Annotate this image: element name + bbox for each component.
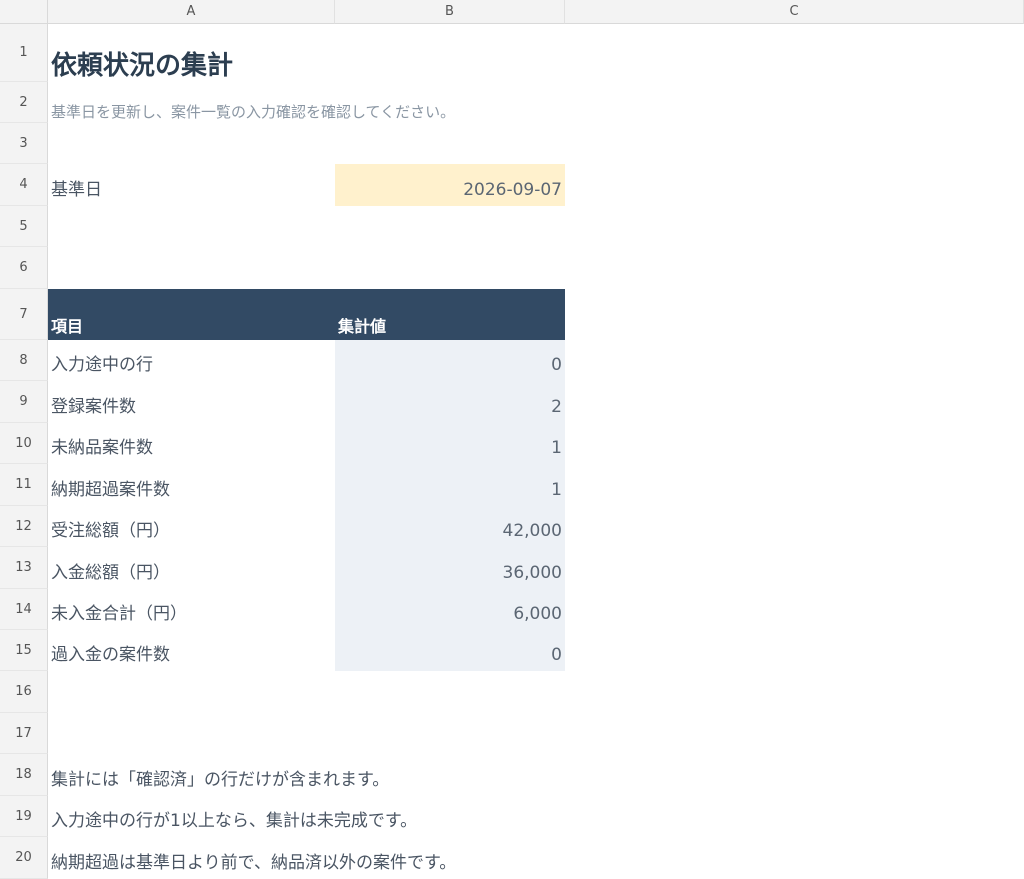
row-header-10[interactable]: 10	[0, 423, 48, 464]
table-row-label[interactable]: 未納品案件数	[48, 423, 335, 464]
row-header-3[interactable]: 3	[0, 123, 48, 164]
row-header-8[interactable]: 8	[0, 340, 48, 381]
table-row-label[interactable]: 登録案件数	[48, 381, 335, 423]
row-header-9[interactable]: 9	[0, 381, 48, 423]
table-row-value[interactable]: 0	[335, 630, 565, 671]
row-header-2[interactable]: 2	[0, 82, 48, 123]
page-subtitle[interactable]: 基準日を更新し、案件一覧の入力確認を確認してください。	[48, 100, 648, 123]
table-row-value[interactable]: 42,000	[335, 506, 565, 547]
table-row-value[interactable]: 1	[335, 464, 565, 506]
row-header-13[interactable]: 13	[0, 547, 48, 589]
select-all-corner[interactable]	[0, 0, 48, 24]
note-text[interactable]: 入力途中の行が1以上なら、集計は未完成です。	[48, 796, 748, 837]
row-header-5[interactable]: 5	[0, 206, 48, 247]
row-header-17[interactable]: 17	[0, 713, 48, 754]
spreadsheet: A B C 1 2 3 4 5 6 7 8 9 10 11 12 13 14 1…	[0, 0, 1024, 879]
row-header-14[interactable]: 14	[0, 589, 48, 630]
table-row-label[interactable]: 入力途中の行	[48, 340, 335, 381]
table-row-label[interactable]: 受注総額（円）	[48, 506, 335, 547]
row-header-1[interactable]: 1	[0, 24, 48, 82]
note-text[interactable]: 納期超過は基準日より前で、納品済以外の案件です。	[48, 837, 748, 879]
page-title[interactable]: 依頼状況の集計	[48, 44, 548, 82]
table-row-label[interactable]: 入金総額（円）	[48, 547, 335, 589]
row-header-11[interactable]: 11	[0, 464, 48, 506]
row-header-20[interactable]: 20	[0, 837, 48, 879]
base-date-input[interactable]: 2026-09-07	[335, 164, 565, 206]
row-header-16[interactable]: 16	[0, 671, 48, 713]
row-header-18[interactable]: 18	[0, 754, 48, 796]
table-row-value[interactable]: 1	[335, 423, 565, 464]
table-row-label[interactable]: 未入金合計（円）	[48, 589, 335, 630]
note-text[interactable]: 集計には「確認済」の行だけが含まれます。	[48, 754, 748, 796]
base-date-label[interactable]: 基準日	[48, 164, 335, 206]
table-row-value[interactable]: 2	[335, 381, 565, 423]
row-header-15[interactable]: 15	[0, 630, 48, 671]
table-header-value[interactable]: 集計値	[335, 289, 565, 340]
row-header-4[interactable]: 4	[0, 164, 48, 206]
table-row-value[interactable]: 6,000	[335, 589, 565, 630]
table-row-label[interactable]: 納期超過案件数	[48, 464, 335, 506]
row-header-19[interactable]: 19	[0, 796, 48, 837]
column-header-b[interactable]: B	[335, 0, 565, 24]
table-row-label[interactable]: 過入金の案件数	[48, 630, 335, 671]
table-header-item[interactable]: 項目	[48, 289, 335, 340]
column-header-a[interactable]: A	[48, 0, 335, 24]
row-header-12[interactable]: 12	[0, 506, 48, 547]
row-header-6[interactable]: 6	[0, 247, 48, 289]
table-row-value[interactable]: 0	[335, 340, 565, 381]
column-header-c[interactable]: C	[565, 0, 1024, 24]
table-row-value[interactable]: 36,000	[335, 547, 565, 589]
row-header-7[interactable]: 7	[0, 289, 48, 340]
